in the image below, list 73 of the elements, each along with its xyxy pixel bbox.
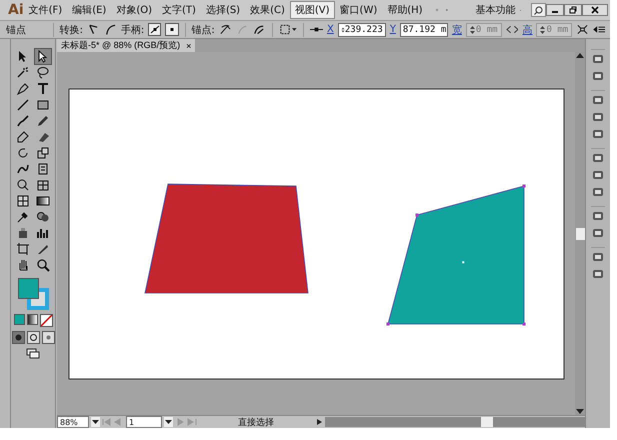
color-mode-button[interactable] (14, 314, 24, 325)
lasso-icon[interactable] (35, 65, 51, 80)
x-field[interactable]: 239.223 (338, 22, 386, 36)
menu-item[interactable]: 文字(T) (157, 1, 201, 19)
fill-stroke-swatches[interactable] (15, 278, 51, 310)
menu-item[interactable]: 文件(F) (24, 1, 68, 19)
menu-item[interactable]: 选择(S) (200, 1, 246, 19)
scroll-thumb[interactable] (481, 417, 493, 427)
shape-builder-icon[interactable] (15, 177, 31, 192)
transform-icon[interactable] (576, 23, 590, 36)
width-label: 宽 (452, 24, 462, 36)
gradient-mode-button[interactable] (26, 314, 38, 325)
y-field[interactable]: 87.192 m (400, 22, 448, 36)
spinner-arrows-icon[interactable] (539, 24, 546, 36)
hide-handles-button[interactable] (165, 23, 178, 36)
draw-normal-icon[interactable] (12, 331, 24, 344)
dropdown-arrow-icon[interactable] (164, 417, 173, 427)
mesh-icon[interactable] (15, 193, 31, 208)
scroll-thumb[interactable] (576, 228, 584, 240)
zoom-icon[interactable] (35, 257, 51, 272)
vertical-scrollbar[interactable] (575, 52, 585, 415)
remove-anchor-icon[interactable] (218, 23, 232, 36)
artboard-icon[interactable] (15, 241, 31, 256)
isolate-points-icon[interactable] (278, 23, 298, 36)
restore-button[interactable] (564, 4, 582, 16)
menu-item[interactable]: 视图(V) (290, 1, 335, 19)
height-label: 高 (522, 24, 532, 36)
convert-label: 转换: (60, 24, 83, 36)
play-arrow-icon[interactable] (315, 418, 323, 426)
zoom-field[interactable]: 88% (57, 416, 89, 428)
y-label: Y (390, 24, 396, 35)
horizontal-scrollbar[interactable] (325, 417, 585, 427)
search-field[interactable] (530, 3, 546, 17)
handle-line-icon (150, 25, 160, 34)
selection-label: 锚点 (6, 24, 27, 36)
anchors-label: 锚点: (191, 24, 215, 36)
draw-inside-icon[interactable] (42, 331, 54, 344)
artboard-field[interactable]: 1 (126, 416, 162, 428)
spinner-arrows-icon[interactable] (468, 24, 476, 36)
menu-item[interactable]: 编辑(E) (67, 1, 112, 19)
scale-icon[interactable] (35, 145, 51, 160)
magic-wand-icon[interactable] (15, 65, 31, 80)
brush-icon[interactable] (15, 113, 31, 128)
draw-behind-icon[interactable] (26, 331, 40, 344)
corner-point-icon[interactable] (87, 23, 100, 36)
restore-icon (569, 6, 578, 14)
current-tool-label: 直接选择 (237, 416, 275, 428)
menu-item[interactable]: 帮助(H) (382, 1, 428, 19)
workspace-switcher[interactable]: 基本功能 (476, 3, 516, 17)
menu-item[interactable]: 效果(C) (245, 1, 290, 19)
handles-label: 手柄: (120, 24, 144, 36)
screen-mode-icon[interactable] (26, 348, 40, 359)
search-icon (534, 6, 543, 14)
document-tab[interactable]: 未标题-5* @ 88% (RGB/预览) × (57, 39, 196, 52)
app-logo: Ai (7, 2, 24, 18)
cut-path-icon[interactable] (252, 23, 266, 36)
link-icon[interactable] (506, 23, 518, 36)
pen-icon[interactable] (15, 81, 31, 96)
line-icon[interactable] (15, 97, 31, 112)
smooth-point-icon[interactable] (104, 23, 117, 36)
close-icon (591, 6, 600, 14)
minimize-button[interactable] (546, 4, 564, 16)
x-label: X (326, 24, 334, 35)
pencil-icon[interactable] (35, 113, 51, 128)
blob-brush-icon[interactable] (15, 129, 31, 144)
menu-item[interactable]: 窗口(W) (334, 1, 382, 19)
dropdown-arrow-icon[interactable] (91, 417, 100, 427)
type-tool-icon[interactable] (35, 81, 51, 96)
none-mode-icon[interactable] (40, 314, 52, 327)
show-handles-button[interactable] (148, 23, 162, 36)
close-button[interactable] (582, 4, 608, 16)
blend-icon[interactable] (35, 209, 51, 224)
menu-item[interactable]: 对象(O) (111, 1, 158, 19)
